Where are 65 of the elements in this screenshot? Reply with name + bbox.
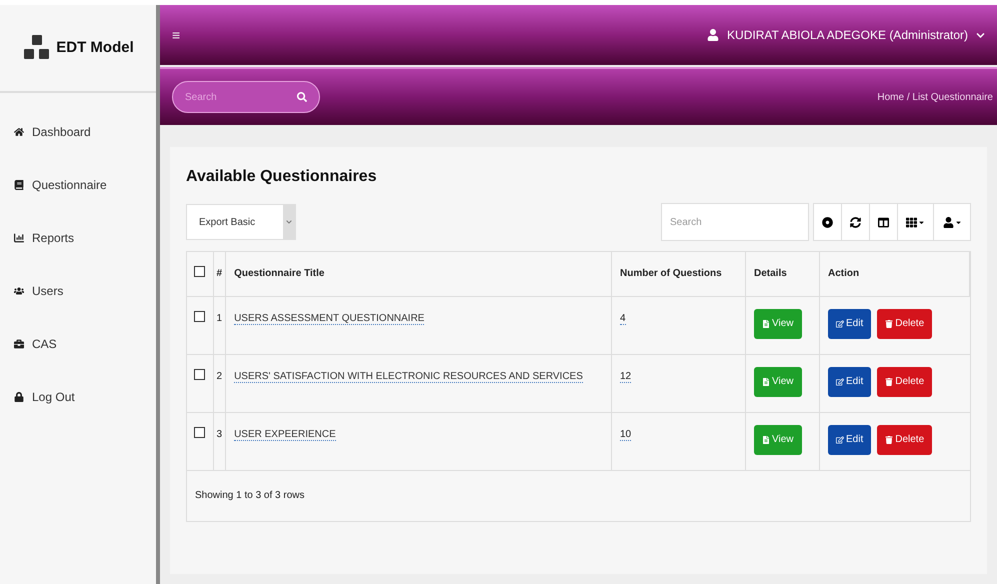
trash-icon — [885, 436, 894, 444]
edit-button[interactable]: Edit — [828, 424, 872, 454]
grid-icon — [906, 216, 917, 228]
column-header: Action — [828, 268, 860, 280]
sidebar-item[interactable]: CAS — [14, 335, 156, 353]
user-icon — [707, 29, 720, 41]
panel-title: Available Questionnaires — [186, 167, 378, 187]
chevron-down-icon — [976, 30, 985, 40]
column-header: Number of Questions — [620, 268, 722, 280]
title-link[interactable]: USERS' SATISFACTION WITH ELECTRONIC RESOURCES AND SERVICES — [234, 370, 583, 382]
search-field[interactable]: Search — [185, 90, 275, 104]
bar-chart-icon — [14, 233, 24, 243]
breadcrumb: Home / List Questionnaire — [877, 90, 993, 104]
sidebar-item[interactable]: Log Out — [14, 388, 156, 406]
edit-icon — [836, 436, 844, 444]
edit-button[interactable]: Edit — [828, 308, 872, 338]
file-icon — [762, 436, 770, 444]
table-cell: 1 — [216, 312, 222, 324]
count-link[interactable]: 12 — [620, 370, 632, 382]
search-icon — [297, 92, 307, 102]
refresh-icon — [850, 216, 861, 228]
delete-button[interactable]: Delete — [877, 366, 932, 396]
edit-button[interactable]: Edit — [828, 366, 872, 396]
caret-icon — [918, 218, 925, 226]
count-link[interactable]: 10 — [620, 428, 632, 440]
count-link[interactable]: 4 — [620, 312, 626, 324]
delete-button[interactable]: Delete — [877, 308, 932, 338]
pagination-info: Showing 1 to 3 of 3 rows — [195, 489, 305, 503]
export-select[interactable]: Export Basic — [186, 204, 296, 240]
title-link[interactable]: USERS ASSESSMENT QUESTIONNAIRE — [234, 312, 424, 324]
delete-button[interactable]: Delete — [877, 424, 932, 454]
table-cell: 2 — [216, 370, 222, 382]
file-icon — [762, 378, 770, 386]
column-header: Questionnaire Title — [234, 268, 324, 280]
row-checkbox[interactable] — [194, 368, 206, 380]
title-link[interactable]: USER EXPEERIENCE — [234, 428, 336, 440]
sidebar-item[interactable]: Users — [14, 282, 156, 300]
sidebar-item[interactable]: Reports — [14, 229, 156, 247]
table-cell: 3 — [216, 428, 222, 440]
menu-toggle[interactable]: ≡ — [172, 24, 180, 46]
lock-icon — [14, 392, 24, 402]
edit-icon — [836, 378, 844, 386]
edit-icon — [836, 320, 844, 328]
brand-name: EDT Model — [56, 38, 134, 58]
briefcase-icon — [14, 339, 24, 349]
sidebar-item[interactable]: Questionnaire — [14, 176, 156, 194]
caret-icon — [954, 218, 962, 226]
users-icon — [14, 286, 24, 296]
columns-icon — [878, 216, 889, 228]
row-checkbox[interactable] — [194, 266, 206, 277]
row-checkbox[interactable] — [194, 310, 206, 322]
trash-icon — [885, 378, 894, 386]
user-icon — [942, 216, 954, 228]
file-icon — [762, 320, 770, 328]
column-header: Details — [754, 268, 787, 280]
chevron-down-icon — [286, 219, 292, 225]
book-icon — [14, 180, 24, 190]
column-header: # — [216, 268, 222, 280]
home-icon — [14, 127, 24, 137]
table-search-field[interactable]: Search — [661, 203, 809, 241]
trash-icon — [885, 320, 894, 328]
row-checkbox[interactable] — [194, 426, 206, 438]
search-bar[interactable]: Search — [172, 81, 320, 113]
sidebar-item[interactable]: Dashboard — [14, 123, 156, 141]
user-menu[interactable]: KUDIRAT ABIOLA ADEGOKE (Administrator) — [707, 26, 985, 44]
